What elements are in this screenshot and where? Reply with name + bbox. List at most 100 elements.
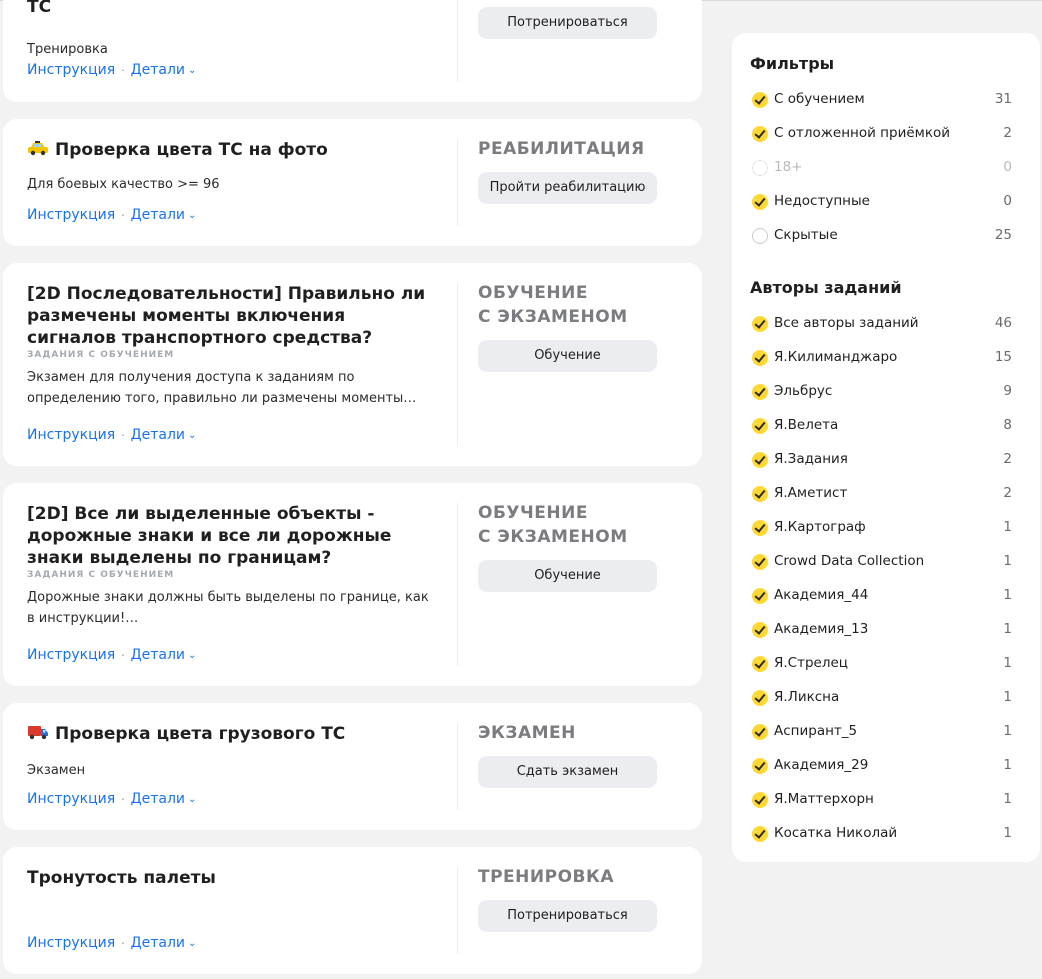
author-item[interactable]: Я.Задания 2 (752, 450, 1012, 470)
checkbox-checked-icon[interactable] (752, 724, 768, 740)
task-card: Тронутость палеты Инструкция · Детали ⌄ ТРЕ… (3, 847, 702, 974)
author-label: Я.Килиманджаро (774, 349, 898, 365)
checkbox-checked-icon[interactable] (752, 554, 768, 570)
exam-button[interactable]: Сдать экзамен (478, 756, 657, 788)
task-badge: ЗАДАНИЯ С ОБУЧЕНИЕМ (27, 350, 175, 360)
checkbox-checked-icon[interactable] (752, 418, 768, 434)
author-label: Я.Велета (774, 417, 839, 433)
task-card: [2D Последовательности] Правильно ли раз… (3, 263, 702, 466)
checkbox-checked-icon[interactable] (752, 350, 768, 366)
author-count: 9 (1003, 383, 1012, 399)
status-label-line1: ОБУЧЕНИЕ (478, 503, 588, 523)
filter-unavailable[interactable]: Недоступные 0 (752, 192, 1012, 212)
author-item[interactable]: Я.Килиманджаро 15 (752, 348, 1012, 368)
instruction-link[interactable]: Инструкция (27, 791, 115, 807)
checkbox-checked-icon[interactable] (752, 194, 768, 210)
author-item[interactable]: Я.Ликсна 1 (752, 688, 1012, 708)
author-item[interactable]: Crowd Data Collection 1 (752, 552, 1012, 572)
author-item[interactable]: Я.Картограф 1 (752, 518, 1012, 538)
task-title[interactable]: Проверка цвета грузового ТС (27, 723, 437, 745)
checkbox-checked-icon[interactable] (752, 758, 768, 774)
details-label: Детали (130, 207, 185, 223)
task-title[interactable]: Тронутость палеты (27, 867, 437, 889)
checkbox-checked-icon[interactable] (752, 588, 768, 604)
filter-delayed-acceptance[interactable]: С отложенной приёмкой 2 (752, 124, 1012, 144)
author-count: 1 (1003, 689, 1012, 705)
task-links: Инструкция · Детали ⌄ (27, 62, 196, 78)
author-item[interactable]: Академия_44 1 (752, 586, 1012, 606)
details-label: Детали (130, 647, 185, 663)
checkbox-checked-icon[interactable] (752, 656, 768, 672)
task-card: Проверка цвета ТС на фото Для боевых кач… (3, 119, 702, 246)
checkbox-checked-icon[interactable] (752, 826, 768, 842)
checkbox-checked-icon[interactable] (752, 792, 768, 808)
author-item[interactable]: Эльбрус 9 (752, 382, 1012, 402)
author-item[interactable]: Я.Аметист 2 (752, 484, 1012, 504)
rehab-button[interactable]: Пройти реабилитацию (478, 172, 657, 204)
separator-dot: · (121, 793, 125, 806)
checkbox-checked-icon[interactable] (752, 384, 768, 400)
filter-label: 18+ (774, 159, 803, 175)
filter-label: С отложенной приёмкой (774, 125, 951, 141)
task-card: ТС Тренировка Инструкция · Детали ⌄ Потрени… (3, 0, 702, 102)
checkbox-checked-icon[interactable] (752, 520, 768, 536)
author-item[interactable]: Я.Велета 8 (752, 416, 1012, 436)
task-links: Инструкция · Детали ⌄ (27, 427, 196, 443)
status-label: ЭКЗАМЕН (478, 723, 576, 743)
instruction-link[interactable]: Инструкция (27, 935, 115, 951)
filters-heading: Фильтры (750, 54, 835, 73)
author-count: 1 (1003, 587, 1012, 603)
details-label: Детали (130, 427, 185, 443)
details-link[interactable]: Детали ⌄ (131, 62, 197, 78)
author-label: Академия_29 (774, 757, 869, 773)
card-divider (457, 283, 458, 446)
filter-count: 25 (994, 227, 1012, 243)
author-item[interactable]: Аспирант_5 1 (752, 722, 1012, 742)
checkbox-checked-icon[interactable] (752, 126, 768, 142)
task-title[interactable]: Проверка цвета ТС на фото (27, 139, 437, 161)
details-link[interactable]: Детали ⌄ (131, 207, 197, 223)
checkbox-empty-icon[interactable] (752, 228, 768, 244)
instruction-link[interactable]: Инструкция (27, 62, 115, 78)
learn-button[interactable]: Обучение (478, 560, 657, 592)
task-links: Инструкция · Детали ⌄ (27, 791, 196, 807)
author-item[interactable]: Академия_29 1 (752, 756, 1012, 776)
details-link[interactable]: Детали ⌄ (131, 647, 197, 663)
details-link[interactable]: Детали ⌄ (131, 935, 197, 951)
author-label: Я.Задания (774, 451, 848, 467)
task-title[interactable]: ТС (27, 0, 437, 18)
task-title[interactable]: [2D Последовательности] Правильно ли раз… (27, 283, 437, 349)
author-item[interactable]: Косатка Николай 1 (752, 824, 1012, 844)
filter-label: С обучением (774, 91, 865, 107)
learn-button[interactable]: Обучение (478, 340, 657, 372)
details-link[interactable]: Детали ⌄ (131, 791, 197, 807)
train-button[interactable]: Потренироваться (478, 7, 657, 39)
details-link[interactable]: Детали ⌄ (131, 427, 197, 443)
checkbox-checked-icon[interactable] (752, 92, 768, 108)
instruction-link[interactable]: Инструкция (27, 427, 115, 443)
train-button[interactable]: Потренироваться (478, 900, 657, 932)
separator-dot: · (121, 649, 125, 662)
filter-with-training[interactable]: С обучением 31 (752, 90, 1012, 110)
chevron-down-icon: ⌄ (188, 65, 197, 76)
checkbox-checked-icon[interactable] (752, 622, 768, 638)
filter-hidden[interactable]: Скрытые 25 (752, 226, 1012, 246)
details-label: Детали (130, 62, 185, 78)
filter-count: 0 (1003, 193, 1012, 209)
author-label: Я.Картограф (774, 519, 866, 535)
checkbox-checked-icon[interactable] (752, 316, 768, 332)
instruction-link[interactable]: Инструкция (27, 207, 115, 223)
author-item[interactable]: Я.Маттерхорн 1 (752, 790, 1012, 810)
checkbox-checked-icon[interactable] (752, 486, 768, 502)
author-item[interactable]: Все авторы заданий 46 (752, 314, 1012, 334)
author-item[interactable]: Академия_13 1 (752, 620, 1012, 640)
task-title[interactable]: [2D] Все ли выделенные объекты - дорожны… (27, 503, 437, 569)
author-item[interactable]: Я.Стрелец 1 (752, 654, 1012, 674)
author-label: Crowd Data Collection (774, 553, 925, 569)
checkbox-checked-icon[interactable] (752, 452, 768, 468)
checkbox-checked-icon[interactable] (752, 690, 768, 706)
author-count: 15 (994, 349, 1012, 365)
author-count: 1 (1003, 825, 1012, 841)
instruction-link[interactable]: Инструкция (27, 647, 115, 663)
status-label: РЕАБИЛИТАЦИЯ (478, 139, 645, 159)
